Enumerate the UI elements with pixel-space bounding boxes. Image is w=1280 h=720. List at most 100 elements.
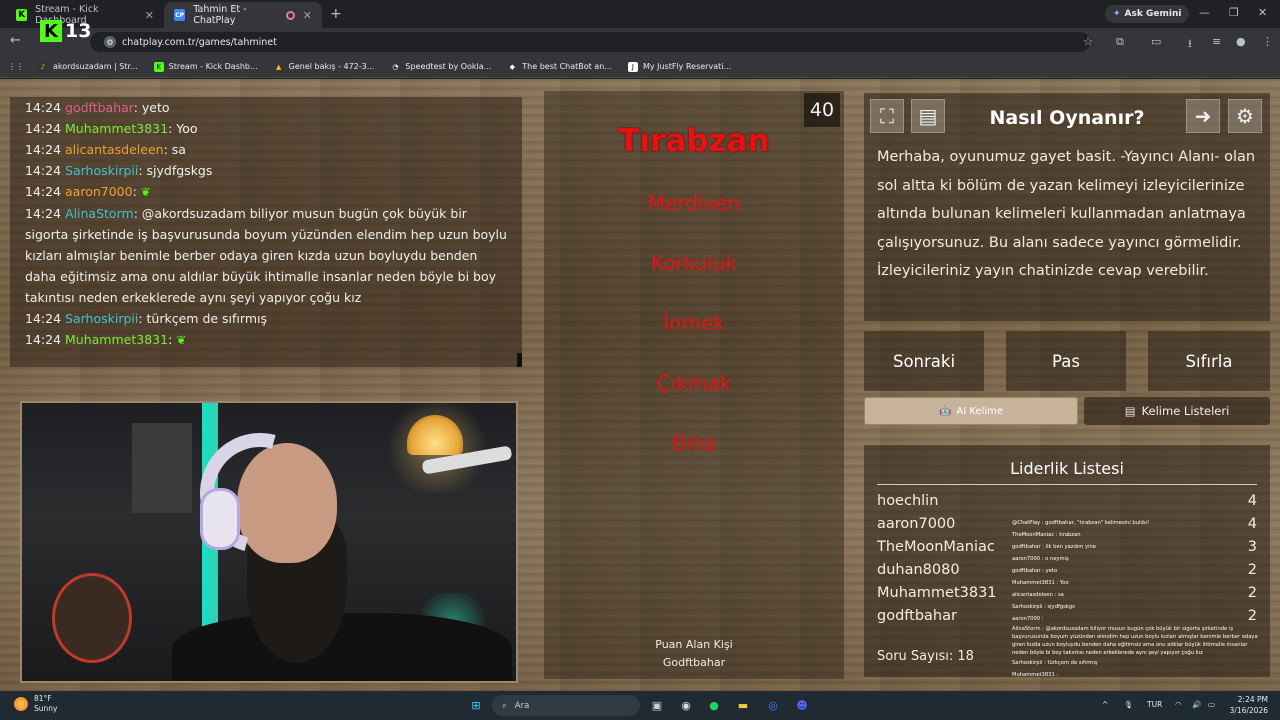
ai-word-label: AI Kelime <box>956 405 1004 417</box>
menu-icon[interactable]: ⋮ <box>1262 35 1273 48</box>
kick-badge-count: 13 <box>65 20 92 42</box>
cast-icon[interactable]: ▭ <box>1151 35 1161 48</box>
scorer-name: Godftbahar <box>662 656 726 669</box>
ask-gemini-label: Ask Gemini <box>1124 9 1182 19</box>
chat-scrollbar[interactable] <box>517 353 522 367</box>
volume-icon[interactable]: 🔊 <box>1192 700 1201 709</box>
chat-username[interactable]: AlinaStorm <box>65 206 134 221</box>
overlay-chat-message: Sarhoskirpii : sjydfgskgs <box>1012 604 1075 610</box>
file-explorer-icon[interactable]: ▬ <box>735 697 751 713</box>
windows-start-icon[interactable]: ⊞ <box>468 697 484 713</box>
search-placeholder: Ara <box>514 700 530 711</box>
countdown-timer: 40 <box>804 93 840 127</box>
restore-button[interactable]: ❐ <box>1229 6 1239 19</box>
player-name: hoechlin <box>877 493 939 509</box>
chat-username[interactable]: alicantasdeleen <box>65 142 164 157</box>
close-icon[interactable]: ✕ <box>303 9 312 22</box>
ask-gemini-button[interactable]: ✦ Ask Gemini <box>1105 5 1190 23</box>
bookmark-item[interactable]: J My JustFly Reservati... <box>627 61 732 72</box>
chat-text: : sjydfgskgs <box>138 163 213 178</box>
chat-username[interactable]: Muhammet3831 <box>65 121 168 136</box>
language-indicator[interactable]: TUR <box>1147 700 1162 709</box>
chat-message: 14:24 aaron7000: ❦ <box>25 181 510 203</box>
divider <box>877 484 1257 485</box>
leaderboard-row: hoechlin 4 <box>877 493 1257 509</box>
download-icon[interactable]: ⭳ <box>1188 35 1192 54</box>
extensions-icon[interactable]: ⧉ <box>1116 35 1124 49</box>
discord-icon[interactable]: ☻ <box>794 697 810 713</box>
list-icon: ▤ <box>1124 404 1136 418</box>
pass-button[interactable]: Pas <box>1006 331 1126 391</box>
tab-chatplay[interactable]: CP Tahmin Et - ChatPlay ✕ <box>164 2 322 28</box>
gemini-icon: ✦ <box>1113 9 1121 19</box>
chat-message: 14:24 Sarhoskirpii: sjydfgskgs <box>25 160 510 181</box>
tab-title: Tahmin Et - ChatPlay <box>193 4 247 26</box>
back-icon[interactable]: ← <box>10 33 21 48</box>
forbidden-word: Korkuluk <box>650 251 738 275</box>
chrome-icon[interactable]: ◎ <box>765 697 781 713</box>
chat-username[interactable]: aaron7000 <box>65 184 133 199</box>
bookmark-item[interactable]: ▲ Genel bakış - 472-3... <box>274 62 374 72</box>
taskbar-search[interactable]: ⌕ Ara <box>492 695 640 716</box>
chat-username[interactable]: Sarhoskirpii <box>65 163 138 178</box>
bookmark-label: My JustFly Reservati... <box>642 62 732 71</box>
logout-icon[interactable]: ➜ <box>1186 99 1220 133</box>
weather-widget[interactable]: 81°F Sunny <box>14 694 57 714</box>
chat-username[interactable]: godftbahar <box>65 100 134 115</box>
chat-panel: 14:24 godftbahar: yeto 14:24 Muhammet3831… <box>10 97 522 367</box>
emote-icon: ❦ <box>176 333 187 347</box>
bookmark-item[interactable]: ◆ The best ChatBot an... <box>507 62 612 72</box>
apps-icon[interactable]: ⋮⋮ <box>8 62 24 71</box>
next-button[interactable]: Sonraki <box>864 331 984 391</box>
music-icon: ♪ <box>38 61 48 72</box>
stream-overlay-chat: @ChatPlay : godftbahar, "tırabzan" kelim… <box>1012 517 1262 703</box>
chat-message: 14:24 Muhammet3831: ❦ <box>25 329 510 351</box>
tab-bar: K Stream - Kick Dashboard ✕ CP Tahmin Et… <box>0 0 1280 28</box>
weather-desc: Sunny <box>34 704 58 713</box>
obs-icon[interactable]: ◉ <box>678 697 694 713</box>
site-info-icon[interactable]: ⚙ <box>104 36 116 48</box>
profile-icon[interactable]: ● <box>1236 35 1246 48</box>
reset-button[interactable]: Sıfırla <box>1148 331 1270 391</box>
overlay-chat-message: godftbahar : ilk ben yazdım yine <box>1012 544 1097 550</box>
battery-icon[interactable]: ▭ <box>1208 700 1215 709</box>
kick-overlay-badge: K 13 <box>40 20 91 42</box>
close-window-button[interactable]: ✕ <box>1258 6 1267 19</box>
new-tab-button[interactable]: + <box>330 6 342 22</box>
bookmark-label: Stream - Kick Dashb... <box>168 62 258 71</box>
bookmark-label: The best ChatBot an... <box>522 62 612 71</box>
player-score: 4 <box>1247 493 1257 509</box>
chat-username[interactable]: Muhammet3831 <box>65 332 168 347</box>
sun-icon <box>14 697 28 711</box>
minimize-button[interactable]: — <box>1199 6 1210 19</box>
tray-overflow-icon[interactable]: ^ <box>1102 700 1108 709</box>
ai-word-button[interactable]: 🤖 AI Kelime <box>864 397 1078 425</box>
bookmark-item[interactable]: ◔ Speedtest by Ookla... <box>390 62 491 72</box>
how-to-play-text: Merhaba, oyunumuz gayet basit. -Yayıncı … <box>877 149 1256 279</box>
overlay-chat-message: Sarhoskirpii : türkçem de sıfırmış <box>1012 660 1098 666</box>
scorer-label: Puan Alan Kişi <box>655 638 733 651</box>
url-text: chatplay.com.tr/games/tahminet <box>122 36 277 48</box>
bookmark-item[interactable]: ♪ akordsuzadam | Str... <box>38 61 138 72</box>
chat-username[interactable]: Sarhoskirpii <box>65 311 138 326</box>
streamer-shirt <box>172 613 512 681</box>
recording-icon <box>286 10 295 20</box>
gear-icon[interactable]: ⚙ <box>1228 99 1262 133</box>
bookmark-star-icon[interactable]: ☆ <box>1083 35 1093 48</box>
chat-message: 14:24 AlinaStorm: @akordsuzadam biliyor … <box>25 203 510 308</box>
word-lists-button[interactable]: ▤ Kelime Listeleri <box>1084 397 1270 425</box>
bookmark-label: Speedtest by Ookla... <box>405 62 492 71</box>
player-name: aaron7000 <box>877 516 956 532</box>
player-name: godftbahar <box>877 608 957 624</box>
spotify-icon[interactable]: ● <box>706 697 722 713</box>
reading-list-icon[interactable]: ≡ <box>1212 35 1221 48</box>
task-view-icon[interactable]: ▣ <box>649 697 665 713</box>
chat-time: 14:24 <box>25 184 62 199</box>
microphone-icon[interactable]: 🎙 <box>1124 700 1134 709</box>
wifi-icon[interactable]: ◠ <box>1175 700 1182 709</box>
url-field[interactable]: ⚙ chatplay.com.tr/games/tahminet <box>90 32 1090 52</box>
system-clock[interactable]: 2:24 PM 3/16/2026 <box>1220 694 1268 716</box>
close-icon[interactable]: ✕ <box>145 9 154 22</box>
chat-time: 14:24 <box>25 121 62 136</box>
bookmark-item[interactable]: K Stream - Kick Dashb... <box>153 61 258 72</box>
